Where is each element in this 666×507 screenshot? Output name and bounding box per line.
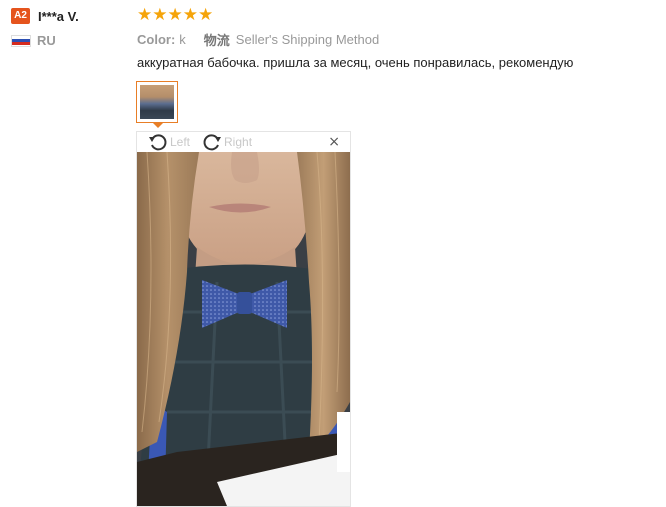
color-value: k xyxy=(179,31,186,47)
photo-viewer: Left Right × xyxy=(136,131,351,507)
review-photo-image xyxy=(137,152,350,506)
review-content: ★ ★ ★ ★ ★ Color: k 物流 Seller's Shipping … xyxy=(137,6,652,70)
rotate-left-button[interactable]: Left xyxy=(147,132,190,152)
star-icon: ★ xyxy=(182,5,198,25)
star-rating: ★ ★ ★ ★ ★ xyxy=(137,6,652,24)
shipping-label: 物流 xyxy=(203,32,230,48)
reviewer-row: A2 I***a V. xyxy=(11,7,126,25)
rotate-left-icon xyxy=(149,134,167,151)
order-info: Color: k 物流 Seller's Shipping Method xyxy=(137,30,652,48)
shipping-value: Seller's Shipping Method xyxy=(235,31,380,47)
rotate-right-icon xyxy=(203,134,222,151)
thumbnail-image xyxy=(140,85,174,119)
rotate-right-button[interactable]: Right xyxy=(201,132,252,152)
thumbnail-caret-icon xyxy=(152,122,164,128)
star-icon: ★ xyxy=(167,5,183,25)
reviewer-info: A2 I***a V. RU xyxy=(11,7,126,48)
star-icon: ★ xyxy=(152,5,168,25)
rotate-right-label: Right xyxy=(224,135,253,149)
reviewer-country: RU xyxy=(37,33,56,48)
star-icon: ★ xyxy=(137,5,153,25)
viewer-toolbar: Left Right × xyxy=(137,132,350,152)
star-icon: ★ xyxy=(198,5,214,25)
reviewer-country-row: RU xyxy=(11,33,126,48)
review-photo-thumbnail[interactable] xyxy=(136,81,178,123)
rotate-left-label: Left xyxy=(170,135,191,149)
close-button[interactable]: × xyxy=(328,135,340,149)
reviewer-name: I***a V. xyxy=(38,8,79,24)
color-label: Color: xyxy=(137,31,176,47)
avatar: A2 xyxy=(11,8,30,24)
review-text: аккуратная бабочка. пришла за месяц, оче… xyxy=(137,55,574,70)
russia-flag-icon xyxy=(11,34,31,47)
review-photo xyxy=(137,152,350,506)
